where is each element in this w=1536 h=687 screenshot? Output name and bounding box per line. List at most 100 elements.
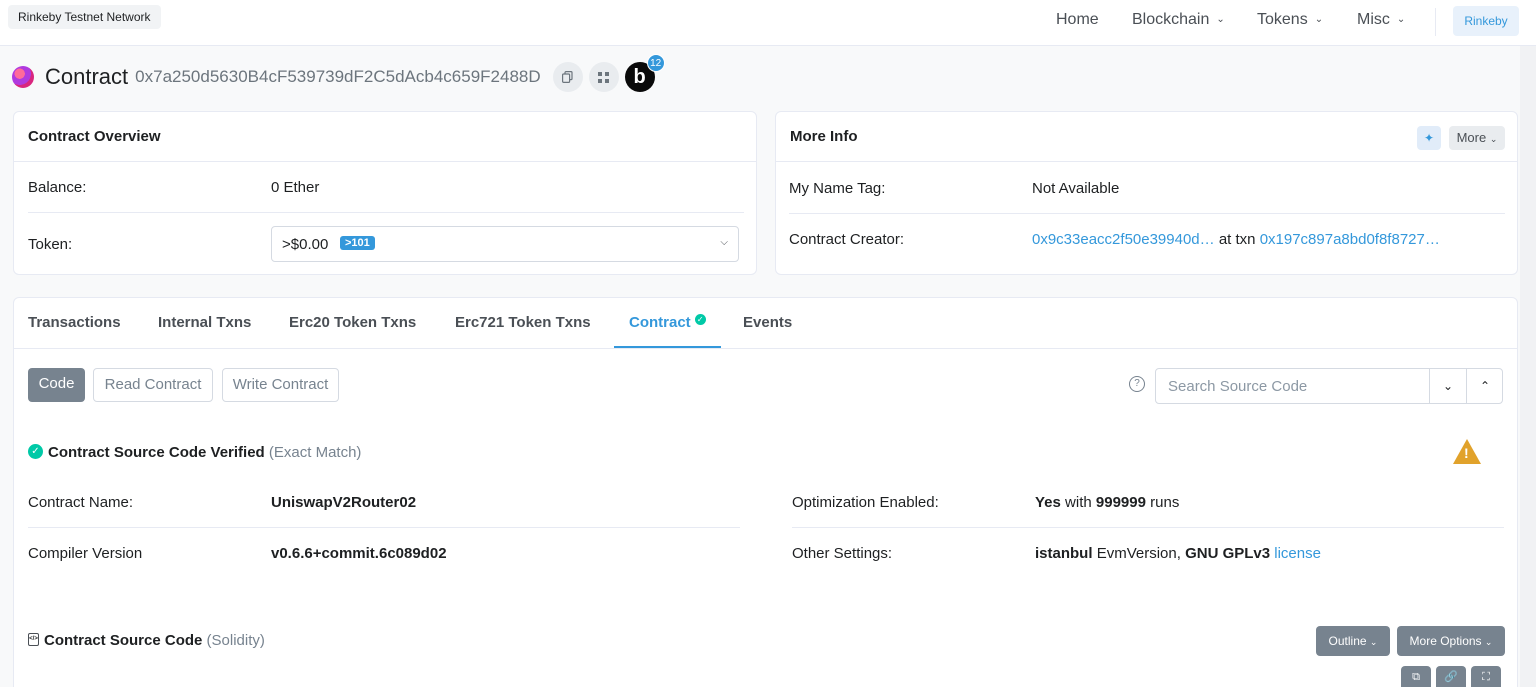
contract-address: 0x7a250d5630B4cF539739dF2C5dAcb4c659F248… bbox=[135, 67, 541, 86]
evm-version: istanbul bbox=[1035, 545, 1093, 562]
more-info-card: More Info ✦ More ⌄ My Name Tag: Not Avai… bbox=[775, 111, 1518, 275]
copy-icon bbox=[562, 71, 573, 83]
read-contract-button[interactable]: Read Contract bbox=[93, 368, 213, 402]
blockscan-chat-button[interactable]: b 12 bbox=[624, 54, 665, 92]
chevron-down-icon: ⌄ bbox=[1484, 637, 1493, 647]
contract-creator-value: 0x9c33eacc2f50e39940d… at txn 0x197c897a… bbox=[1032, 231, 1440, 248]
code-button[interactable]: Code bbox=[28, 368, 85, 402]
name-tag-label: My Name Tag: bbox=[789, 180, 886, 197]
optimization-runs: 999999 bbox=[1095, 494, 1146, 511]
magic-wand-icon: ✦ bbox=[1423, 131, 1435, 145]
creator-txn-link[interactable]: 0x197c897a8bd0f8f8727… bbox=[1260, 231, 1440, 248]
token-count-badge: >101 bbox=[340, 236, 375, 250]
compiler-version-value: v0.6.6+commit.6c089d02 bbox=[271, 545, 447, 562]
blockscan-logo-icon: b bbox=[633, 65, 646, 88]
license-name: GNU GPLv3 bbox=[1185, 545, 1271, 562]
more-options-label: More Options bbox=[1409, 634, 1482, 648]
help-icon[interactable]: ? bbox=[1129, 376, 1145, 392]
verified-check-icon: ✓ bbox=[694, 314, 706, 325]
tab-erc721-token-txns[interactable]: Erc721 Token Txns bbox=[455, 314, 591, 331]
verified-title: Contract Source Code Verified bbox=[48, 444, 265, 461]
qr-code-icon bbox=[598, 71, 610, 83]
exclamation-glyph: ! bbox=[1464, 445, 1469, 461]
license-link[interactable]: license bbox=[1274, 545, 1321, 562]
nav-home[interactable]: Home bbox=[1056, 11, 1099, 29]
creator-address-link[interactable]: 0x9c33eacc2f50e39940d… bbox=[1032, 231, 1215, 248]
tab-internal-txns[interactable]: Internal Txns bbox=[158, 314, 251, 331]
magic-wand-button[interactable]: ✦ bbox=[1417, 126, 1441, 150]
link-icon: 🔗 bbox=[1444, 671, 1458, 683]
optimization-label: Optimization Enabled: bbox=[792, 494, 939, 511]
other-settings-label: Other Settings: bbox=[792, 545, 893, 562]
network-selector-button[interactable]: Rinkeby bbox=[1453, 6, 1519, 36]
more-button-label: More bbox=[1456, 130, 1487, 145]
token-label: Token: bbox=[28, 236, 73, 253]
copy-icon: ⧉ bbox=[1412, 671, 1420, 683]
tab-contract-label: Contract bbox=[629, 314, 691, 331]
chevron-down-icon: ⌄ bbox=[1314, 14, 1324, 25]
page-title-row: Contract 0x7a250d5630B4cF539739dF2C5dAcb… bbox=[12, 54, 665, 94]
contract-overview-card: Contract Overview Balance: 0 Ether Token… bbox=[13, 111, 757, 275]
nav-misc[interactable]: Misc ⌄ bbox=[1357, 11, 1405, 29]
tab-bar: Transactions Internal Txns Erc20 Token T… bbox=[14, 298, 1517, 349]
source-code-heading: </> Contract Source Code (Solidity) bbox=[28, 632, 265, 649]
source-code-language: (Solidity) bbox=[206, 632, 265, 649]
search-source-code-input[interactable] bbox=[1156, 369, 1428, 403]
at-txn-text: at txn bbox=[1218, 231, 1256, 248]
nav-tokens-label: Tokens bbox=[1257, 11, 1308, 28]
divider bbox=[28, 527, 740, 528]
expand-icon: ⛶ bbox=[1482, 671, 1490, 683]
card-header: Contract Overview bbox=[14, 112, 756, 162]
chevron-down-icon: ⌵ bbox=[720, 237, 728, 248]
card-header: More Info ✦ More ⌄ bbox=[776, 112, 1517, 162]
tab-events[interactable]: Events bbox=[743, 314, 792, 331]
other-settings-value: istanbul EvmVersion, GNU GPLv3 license bbox=[1035, 545, 1321, 562]
contract-avatar bbox=[12, 66, 34, 88]
more-options-dropdown-button[interactable]: More Options ⌄ bbox=[1397, 626, 1505, 656]
write-contract-button[interactable]: Write Contract bbox=[222, 368, 339, 402]
balance-label: Balance: bbox=[28, 179, 87, 196]
optimization-yes: Yes bbox=[1035, 494, 1061, 511]
page-title: Contract bbox=[45, 64, 129, 89]
more-dropdown-button[interactable]: More ⌄ bbox=[1449, 126, 1505, 150]
chevron-down-icon: ⌄ bbox=[1489, 134, 1498, 144]
verified-note: (Exact Match) bbox=[268, 444, 362, 461]
card-title: More Info bbox=[790, 128, 858, 145]
search-source-code-box: ⌄ ⌃ bbox=[1155, 368, 1503, 404]
verified-check-icon: ✓ bbox=[28, 443, 43, 459]
page-scrollbar[interactable] bbox=[1520, 46, 1536, 687]
tab-contract[interactable]: Contract ✓ bbox=[629, 314, 706, 331]
nav-misc-label: Misc bbox=[1357, 11, 1390, 28]
fullscreen-button[interactable]: ⛶ bbox=[1471, 666, 1501, 687]
qr-code-button[interactable] bbox=[588, 62, 619, 92]
active-tab-indicator bbox=[614, 346, 721, 348]
token-holdings-dropdown[interactable]: >$0.00 >101 ⌵ bbox=[271, 226, 739, 262]
nav-blockchain[interactable]: Blockchain ⌄ bbox=[1132, 11, 1225, 29]
nav-tokens[interactable]: Tokens ⌄ bbox=[1257, 11, 1323, 29]
outline-label: Outline bbox=[1328, 634, 1367, 648]
nav-home-label: Home bbox=[1056, 11, 1099, 28]
search-prev-button[interactable]: ⌃ bbox=[1466, 369, 1503, 403]
tab-erc20-token-txns[interactable]: Erc20 Token Txns bbox=[289, 314, 416, 331]
copy-address-button[interactable] bbox=[552, 62, 583, 92]
link-source-button[interactable]: 🔗 bbox=[1436, 666, 1466, 687]
warning-icon[interactable]: ! bbox=[1453, 439, 1481, 464]
copy-source-button[interactable]: ⧉ bbox=[1401, 666, 1431, 687]
outline-dropdown-button[interactable]: Outline ⌄ bbox=[1316, 626, 1390, 656]
card-title: Contract Overview bbox=[28, 128, 161, 145]
contract-tabs-card: Transactions Internal Txns Erc20 Token T… bbox=[13, 297, 1518, 687]
chevron-up-icon: ⌃ bbox=[1479, 379, 1491, 393]
search-next-button[interactable]: ⌄ bbox=[1429, 369, 1466, 403]
chevron-down-icon: ⌄ bbox=[1216, 14, 1225, 25]
nav-divider bbox=[1435, 8, 1436, 36]
contract-name-value: UniswapV2Router02 bbox=[271, 494, 417, 511]
nav-blockchain-label: Blockchain bbox=[1132, 11, 1210, 28]
top-navbar: Rinkeby Testnet Network Home Blockchain ⌄… bbox=[0, 0, 1536, 46]
token-value: >$0.00 bbox=[282, 236, 329, 253]
compiler-version-label: Compiler Version bbox=[28, 545, 143, 562]
source-code-title: Contract Source Code bbox=[44, 632, 203, 649]
name-tag-value: Not Available bbox=[1032, 180, 1120, 197]
chevron-down-icon: ⌄ bbox=[1369, 637, 1378, 647]
optimization-with: with bbox=[1065, 494, 1092, 511]
tab-transactions[interactable]: Transactions bbox=[28, 314, 121, 331]
